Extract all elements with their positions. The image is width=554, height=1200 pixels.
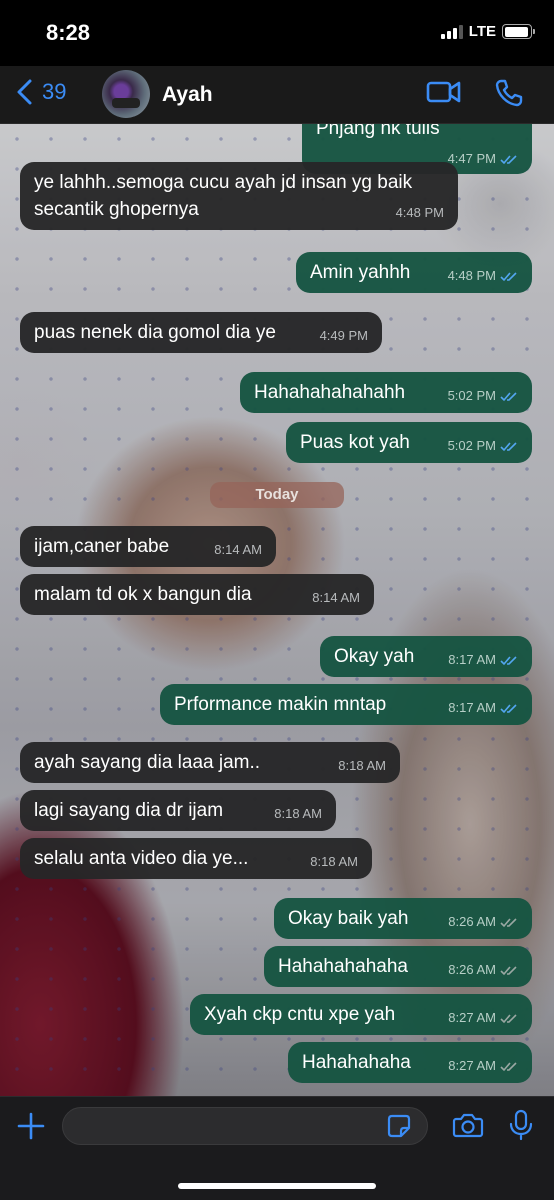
battery-icon [502, 24, 535, 39]
home-indicator[interactable] [178, 1183, 376, 1189]
message-bubble[interactable]: lagi sayang dia dr ijam 8:18 AM [20, 790, 336, 831]
sticker-icon [387, 1114, 411, 1138]
message-bubble[interactable]: ayah sayang dia laaa jam.. 8:18 AM [20, 742, 400, 783]
message-bubble[interactable]: Puas kot yah 5:02 PM [286, 422, 532, 463]
sticker-button[interactable] [386, 1113, 412, 1144]
message-bubble[interactable]: Hahahahaha 8:27 AM [288, 1042, 532, 1083]
read-ticks-icon [500, 703, 517, 713]
status-time: 8:28 [46, 20, 91, 45]
message-bubble[interactable]: ijam,caner babe 8:14 AM [20, 526, 276, 567]
message-bubble[interactable]: Amin yahhh 4:48 PM [296, 252, 532, 293]
network-label: LTE [468, 23, 496, 40]
avatar[interactable] [102, 70, 150, 118]
voice-call-button[interactable] [494, 78, 524, 113]
status-indicators: LTE [440, 23, 535, 40]
message-bubble[interactable]: ye lahhh..semoga cucu ayah jd insan yg b… [20, 162, 458, 230]
video-call-button[interactable] [426, 78, 462, 111]
delivered-ticks-icon [500, 1061, 517, 1071]
contact-name[interactable]: Ayah [162, 83, 213, 107]
message-bubble[interactable]: Okay yah 8:17 AM [320, 636, 532, 677]
read-ticks-icon [500, 154, 517, 164]
read-ticks-icon [500, 271, 517, 281]
unread-count: 39 [42, 79, 67, 104]
message-bubble[interactable]: Okay baik yah 8:26 AM [274, 898, 532, 939]
message-bubble[interactable]: Hahahahahahahh 5:02 PM [240, 372, 532, 413]
chat-area[interactable]: Pnjang nk tulis 4:47 PM ye lahhh..semoga… [0, 124, 554, 1096]
message-bubble[interactable]: malam td ok x bangun dia 8:14 AM [20, 574, 374, 615]
chat-header: 39 Ayah [0, 66, 554, 124]
microphone-icon [509, 1109, 533, 1141]
message-bubble[interactable]: puas nenek dia gomol dia ye 4:49 PM [20, 312, 382, 353]
delivered-ticks-icon [500, 1013, 517, 1023]
read-ticks-icon [500, 655, 517, 665]
attach-button[interactable] [16, 1111, 46, 1146]
read-ticks-icon [500, 441, 517, 451]
video-camera-icon [426, 81, 461, 103]
message-input[interactable] [62, 1107, 428, 1145]
camera-button[interactable] [452, 1111, 484, 1144]
plus-icon [17, 1112, 45, 1140]
back-button[interactable]: 39 [14, 78, 66, 106]
status-bar: 8:28 LTE [0, 0, 554, 66]
delivered-ticks-icon [500, 917, 517, 927]
message-bubble[interactable]: Xyah ckp cntu xpe yah 8:27 AM [190, 994, 532, 1035]
camera-icon [452, 1113, 484, 1138]
message-bubble[interactable]: selalu anta video dia ye... 8:18 AM [20, 838, 372, 879]
phone-icon [495, 79, 523, 107]
voice-note-button[interactable] [508, 1109, 534, 1146]
delivered-ticks-icon [500, 965, 517, 975]
read-ticks-icon [500, 391, 517, 401]
message-bubble[interactable]: Prformance makin mntap 8:17 AM [160, 684, 532, 725]
day-separator: Today [210, 482, 344, 508]
signal-icon [440, 24, 463, 39]
chevron-left-icon [17, 79, 32, 105]
message-bubble[interactable]: Hahahahahaha 8:26 AM [264, 946, 532, 987]
